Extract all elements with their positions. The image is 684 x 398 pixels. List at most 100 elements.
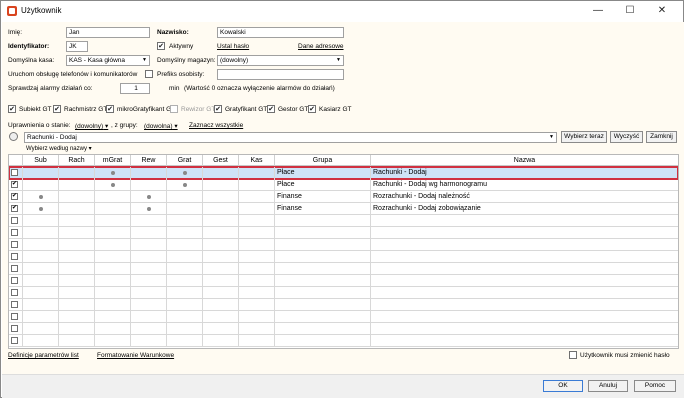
permission-cell[interactable] [203, 323, 239, 335]
table-row[interactable] [9, 227, 678, 239]
permission-cell[interactable] [23, 203, 59, 215]
permission-cell[interactable] [59, 191, 95, 203]
aktywny-checkbox[interactable] [157, 42, 165, 50]
row-checkbox[interactable] [11, 301, 18, 308]
role-kasiarz-checkbox[interactable] [308, 105, 316, 113]
header-kas[interactable]: Kas [239, 155, 275, 166]
table-row[interactable] [9, 251, 678, 263]
permission-cell[interactable] [239, 335, 275, 347]
permission-cell[interactable] [203, 251, 239, 263]
row-checkbox[interactable] [11, 193, 18, 200]
permission-cell[interactable] [167, 275, 203, 287]
permission-cell[interactable] [23, 335, 59, 347]
row-checkbox[interactable] [11, 181, 18, 188]
pomoc-button[interactable]: Pomoc [634, 380, 676, 392]
permission-cell[interactable] [239, 311, 275, 323]
permission-cell[interactable] [239, 263, 275, 275]
permission-cell[interactable] [131, 239, 167, 251]
permission-cell[interactable] [239, 203, 275, 215]
permission-cell[interactable] [239, 227, 275, 239]
permission-cell[interactable] [131, 191, 167, 203]
permission-cell[interactable] [239, 239, 275, 251]
permission-cell[interactable] [59, 215, 95, 227]
table-row[interactable] [9, 239, 678, 251]
permission-cell[interactable] [59, 263, 95, 275]
permission-cell[interactable] [131, 227, 167, 239]
header-rew[interactable]: Rew [131, 155, 167, 166]
permission-cell[interactable] [203, 335, 239, 347]
permission-cell[interactable] [131, 167, 167, 179]
row-checkbox[interactable] [11, 325, 18, 332]
close-button[interactable]: ✕ [647, 3, 677, 19]
alarmy-input[interactable]: 1 [120, 83, 150, 94]
permission-cell[interactable] [203, 227, 239, 239]
role-mikrogratyfikant-checkbox[interactable] [106, 105, 114, 113]
permission-cell[interactable] [131, 215, 167, 227]
permission-cell[interactable] [59, 335, 95, 347]
permission-cell[interactable] [23, 323, 59, 335]
row-checkbox[interactable] [11, 313, 18, 320]
permission-cell[interactable] [59, 323, 95, 335]
permission-cell[interactable] [131, 179, 167, 191]
kasa-select[interactable]: KAS - Kasa główna [66, 55, 150, 66]
permission-cell[interactable] [239, 323, 275, 335]
permission-cell[interactable] [23, 275, 59, 287]
permission-cell[interactable] [167, 167, 203, 179]
permission-cell[interactable] [95, 275, 131, 287]
zamknij-button[interactable]: Zamknij [646, 131, 677, 143]
role-gratyfikant-checkbox[interactable] [214, 105, 222, 113]
permission-cell[interactable] [239, 215, 275, 227]
telefon-checkbox[interactable] [145, 70, 153, 78]
permission-cell[interactable] [95, 239, 131, 251]
permission-cell[interactable] [59, 299, 95, 311]
wybierz-teraz-button[interactable]: Wybierz teraz [561, 131, 607, 143]
row-checkbox[interactable] [11, 229, 18, 236]
nazwisko-input[interactable]: Kowalski [217, 27, 344, 38]
permission-cell[interactable] [203, 311, 239, 323]
header-rach[interactable]: Rach [59, 155, 95, 166]
permission-cell[interactable] [203, 299, 239, 311]
permission-cell[interactable] [167, 203, 203, 215]
permission-cell[interactable] [95, 203, 131, 215]
permission-cell[interactable] [59, 167, 95, 179]
permission-cell[interactable] [203, 239, 239, 251]
table-row[interactable] [9, 335, 678, 347]
permission-cell[interactable] [95, 263, 131, 275]
permission-cell[interactable] [23, 215, 59, 227]
ok-button[interactable]: OK [543, 380, 583, 392]
row-checkbox[interactable] [11, 265, 18, 272]
permission-cell[interactable] [167, 311, 203, 323]
permission-cell[interactable] [59, 311, 95, 323]
permission-cell[interactable] [95, 215, 131, 227]
permission-cell[interactable] [95, 323, 131, 335]
table-row[interactable]: Płace Rachunki - Dodaj [9, 166, 678, 180]
permission-cell[interactable] [167, 263, 203, 275]
permission-cell[interactable] [239, 191, 275, 203]
header-grupa[interactable]: Grupa [275, 155, 371, 166]
permission-cell[interactable] [131, 287, 167, 299]
wybierz-wg-nazwy[interactable]: Wybierz według nazwy ▾ [26, 145, 92, 152]
table-row[interactable] [9, 275, 678, 287]
dane-adresowe-link[interactable]: Dane adresowe [298, 43, 344, 50]
permission-cell[interactable] [59, 251, 95, 263]
permission-cell[interactable] [23, 179, 59, 191]
permission-cell[interactable] [167, 191, 203, 203]
permission-cell[interactable] [59, 227, 95, 239]
permission-cell[interactable] [203, 275, 239, 287]
row-checkbox[interactable] [11, 289, 18, 296]
role-rewizor-checkbox[interactable] [170, 105, 178, 113]
row-checkbox[interactable] [11, 337, 18, 344]
permission-cell[interactable] [23, 227, 59, 239]
table-row[interactable] [9, 287, 678, 299]
row-checkbox[interactable] [11, 241, 18, 248]
permission-cell[interactable] [95, 191, 131, 203]
header-sub[interactable]: Sub [23, 155, 59, 166]
permission-cell[interactable] [167, 179, 203, 191]
permission-cell[interactable] [23, 311, 59, 323]
permission-cell[interactable] [95, 299, 131, 311]
permission-cell[interactable] [203, 167, 239, 179]
permission-cell[interactable] [23, 251, 59, 263]
permission-cell[interactable] [167, 323, 203, 335]
header-nazwa[interactable]: Nazwa [371, 155, 678, 166]
permission-cell[interactable] [59, 239, 95, 251]
